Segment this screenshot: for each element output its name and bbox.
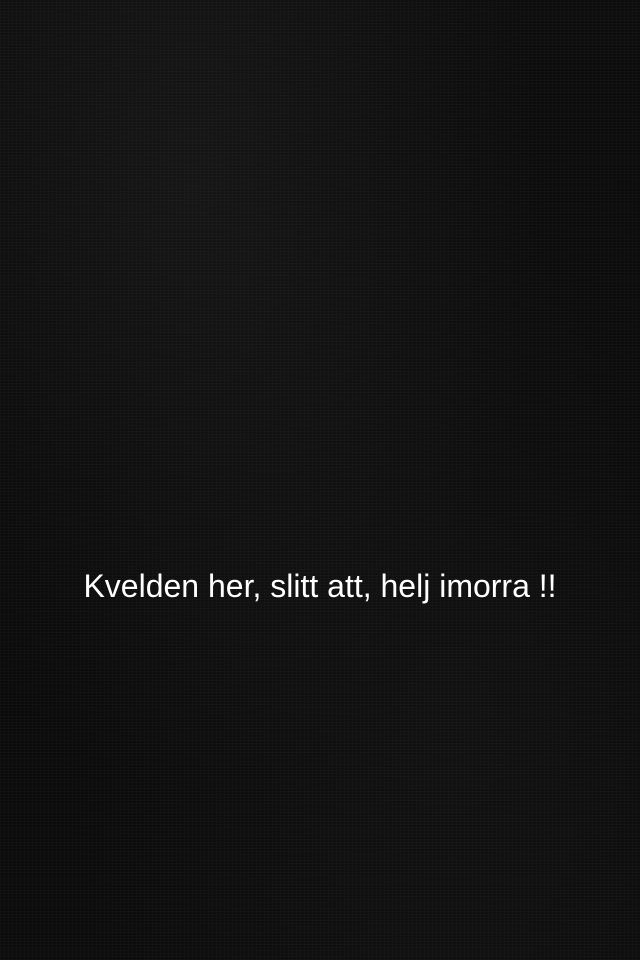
- snap-caption: Kvelden her, slitt att, helj imorra !!: [83, 567, 557, 604]
- photo-snap: Kvelden her, slitt att, helj imorra !!: [0, 0, 640, 960]
- photo-grain-texture: [0, 0, 640, 960]
